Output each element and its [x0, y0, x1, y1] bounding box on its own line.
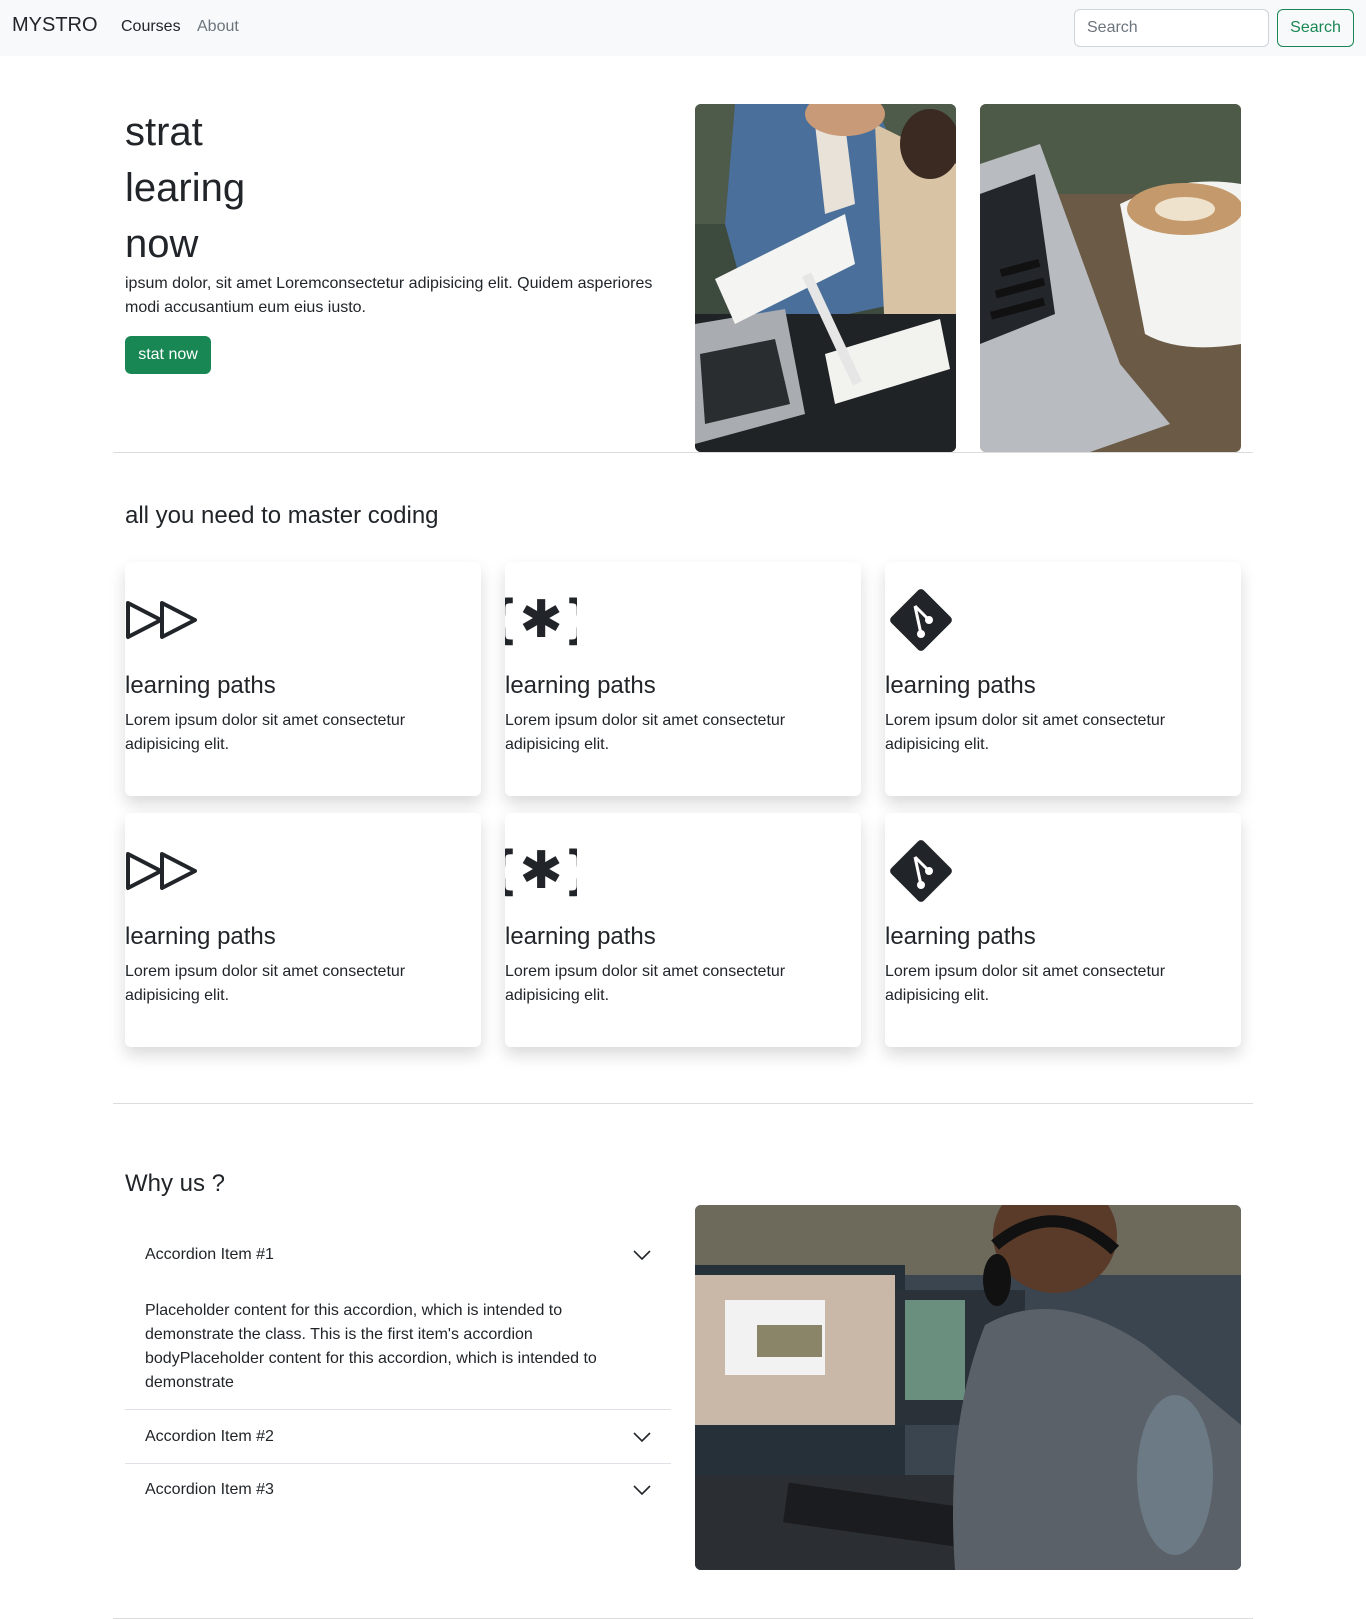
accordion-header-2[interactable]: Accordion Item #2 [125, 1411, 671, 1463]
svg-text:{✱}: {✱} [505, 841, 577, 901]
hero-title: strat learing now [125, 104, 425, 272]
card-title: learning paths [125, 672, 276, 699]
feature-card: {✱} learning paths Lorem ipsum dolor sit… [505, 562, 861, 796]
card-title: learning paths [125, 923, 276, 950]
card-title: learning paths [885, 923, 1036, 950]
feature-card: learning paths Lorem ipsum dolor sit ame… [125, 562, 481, 796]
card-title: learning paths [885, 672, 1036, 699]
fast-forward-icon [125, 584, 197, 656]
accordion-header-3[interactable]: Accordion Item #3 [125, 1464, 671, 1516]
start-now-button[interactable]: stat now [125, 336, 211, 374]
git-icon [885, 584, 957, 656]
fast-forward-icon [125, 835, 197, 907]
feature-card: learning paths Lorem ipsum dolor sit ame… [885, 813, 1241, 1047]
why-us-image-gamer [695, 1205, 1241, 1570]
why-us-title: Why us ? [125, 1170, 226, 1197]
chevron-down-icon [633, 1250, 651, 1261]
chevron-down-icon [633, 1432, 651, 1443]
feature-card: {✱} learning paths Lorem ipsum dolor sit… [505, 813, 861, 1047]
card-title: learning paths [505, 672, 656, 699]
braces-asterisk-icon: {✱} [505, 584, 577, 656]
accordion-item-2: Accordion Item #2 [125, 1411, 671, 1464]
section-divider [113, 1103, 1253, 1104]
search-input[interactable] [1074, 9, 1269, 47]
accordion-item-1: Accordion Item #1 Placeholder content fo… [125, 1229, 671, 1410]
git-icon [885, 835, 957, 907]
hero-image-students-working [695, 104, 956, 452]
nav-link-courses[interactable]: Courses [121, 18, 181, 36]
feature-card: learning paths Lorem ipsum dolor sit ame… [125, 813, 481, 1047]
features-title: all you need to master coding [125, 502, 439, 529]
svg-text:{✱}: {✱} [505, 590, 577, 650]
card-text: Lorem ipsum dolor sit amet consectetur a… [505, 712, 786, 753]
hero-text: ipsum dolor, sit amet Loremconsectetur a… [125, 275, 653, 316]
card-text: Lorem ipsum dolor sit amet consectetur a… [505, 963, 786, 1004]
card-text: Lorem ipsum dolor sit amet consectetur a… [885, 712, 1166, 753]
section-divider [113, 452, 1253, 453]
feature-card: learning paths Lorem ipsum dolor sit ame… [885, 562, 1241, 796]
navbar: MYSTRO Courses About Search [0, 0, 1366, 56]
braces-asterisk-icon: {✱} [505, 835, 577, 907]
nav-link-about[interactable]: About [197, 18, 239, 36]
hero-title-line: now [125, 222, 199, 266]
accordion-item-3: Accordion Item #3 [125, 1464, 671, 1517]
accordion-body-1: Placeholder content for this accordion, … [145, 1302, 597, 1391]
card-text: Lorem ipsum dolor sit amet consectetur a… [885, 963, 1166, 1004]
hero-image-coffee-laptop [980, 104, 1241, 452]
accordion-header-1[interactable]: Accordion Item #1 [125, 1229, 671, 1281]
hero-title-line: strat [125, 110, 203, 154]
card-title: learning paths [505, 923, 656, 950]
search-button[interactable]: Search [1277, 9, 1354, 47]
brand-logo[interactable]: MYSTRO [12, 14, 98, 37]
card-text: Lorem ipsum dolor sit amet consectetur a… [125, 963, 406, 1004]
card-text: Lorem ipsum dolor sit amet consectetur a… [125, 712, 406, 753]
chevron-down-icon [633, 1485, 651, 1496]
hero-title-line: learing [125, 166, 246, 210]
